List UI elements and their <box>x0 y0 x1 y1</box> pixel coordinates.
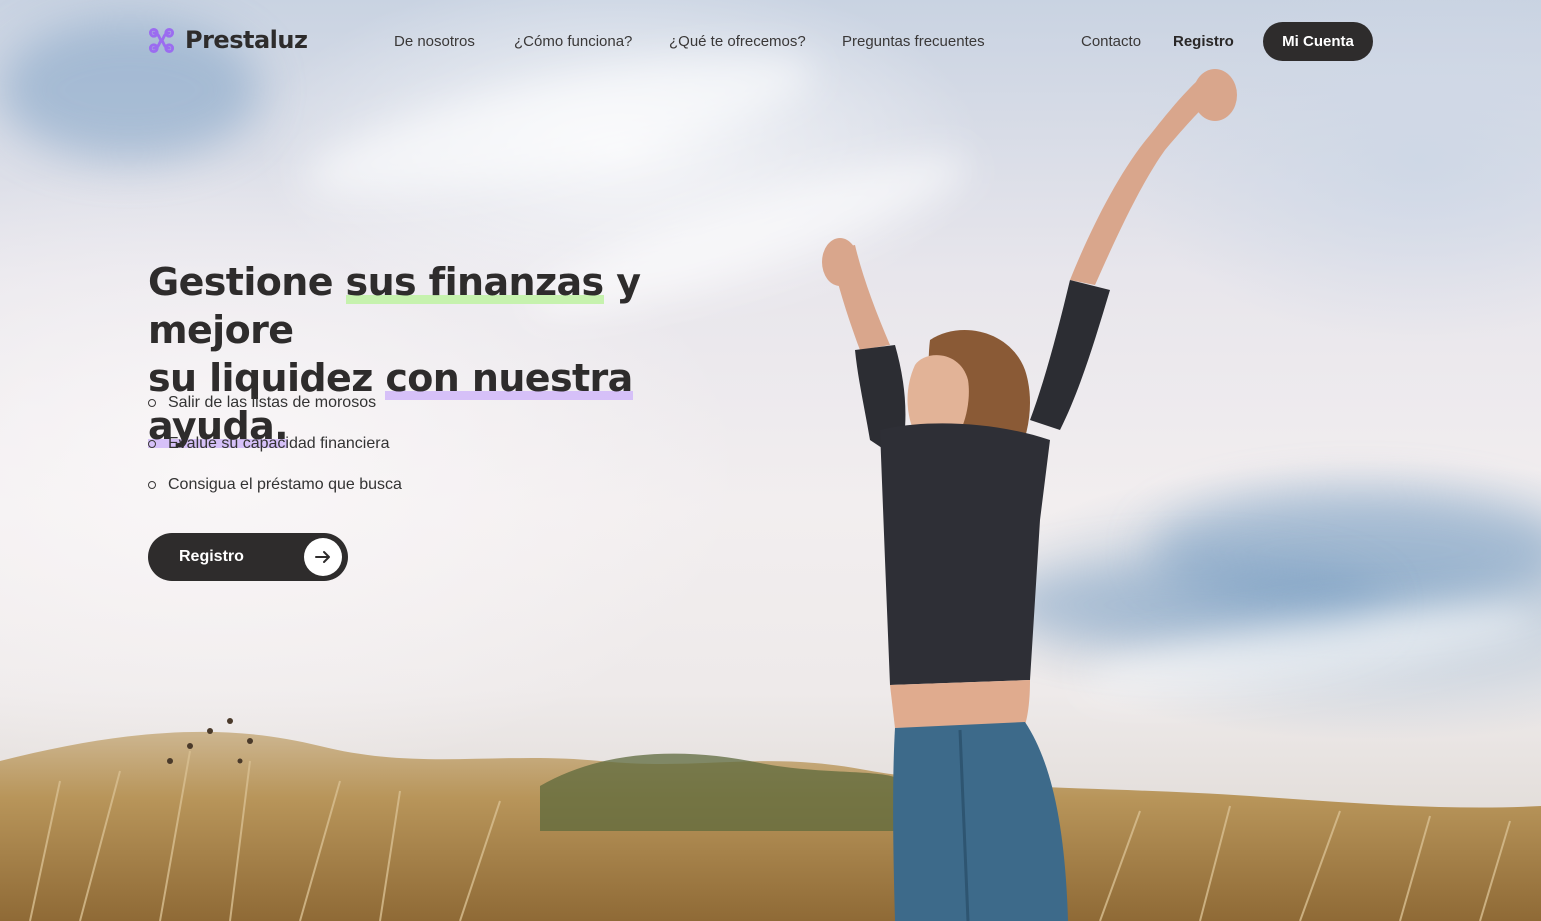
nav-link-preguntas-frecuentes[interactable]: Preguntas frecuentes <box>842 33 985 50</box>
feature-text: Consigua el préstamo que busca <box>168 476 402 493</box>
nav-link-que-ofrecemos[interactable]: ¿Qué te ofrecemos? <box>669 33 806 50</box>
feature-text: Evalúe su capacidad financiera <box>168 435 390 452</box>
grass-field <box>0 718 1541 921</box>
brand-logo[interactable]: Prestaluz <box>148 26 308 54</box>
feature-text: Salir de las listas de morosos <box>168 394 377 411</box>
nav-link-registro[interactable]: Registro <box>1173 33 1234 50</box>
nav-link-como-funciona[interactable]: ¿Cómo funciona? <box>514 33 632 50</box>
bullet-circle-icon <box>148 399 156 407</box>
hero-title-part: Gestione <box>148 260 346 304</box>
mi-cuenta-button[interactable]: Mi Cuenta <box>1263 22 1373 61</box>
nav-link-de-nosotros[interactable]: De nosotros <box>394 33 475 50</box>
logo-knot-icon <box>148 27 175 53</box>
arrow-right-icon <box>315 551 330 563</box>
feature-item: Salir de las listas de morosos <box>148 392 402 414</box>
cta-label: Registro <box>179 548 244 565</box>
bullet-circle-icon <box>148 440 156 448</box>
cta-arrow-circle <box>304 538 342 576</box>
hero-title-highlight-green: sus finanzas <box>345 260 604 304</box>
bullet-circle-icon <box>148 481 156 489</box>
feature-list: Salir de las listas de morosos Evalúe su… <box>148 392 402 515</box>
site-header: Prestaluz De nosotros ¿Cómo funciona? ¿Q… <box>148 22 1373 62</box>
registro-cta-button[interactable]: Registro <box>148 533 348 581</box>
brand-name: Prestaluz <box>185 26 308 54</box>
feature-item: Consigua el préstamo que busca <box>148 474 402 496</box>
nav-link-contacto[interactable]: Contacto <box>1081 33 1141 50</box>
feature-item: Evalúe su capacidad financiera <box>148 433 402 455</box>
